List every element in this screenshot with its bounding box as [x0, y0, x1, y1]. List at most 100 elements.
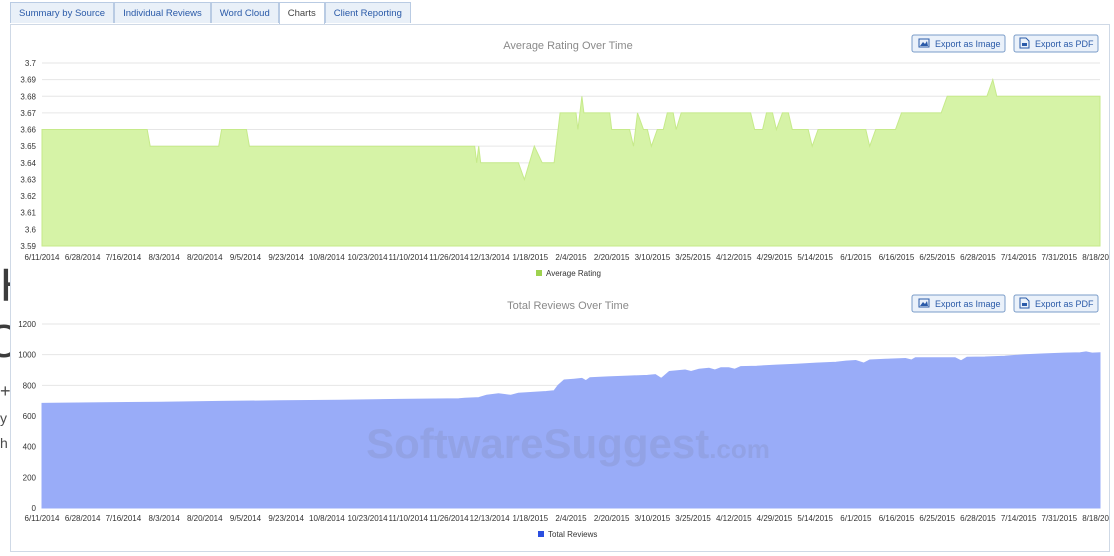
x-tick-label: 3/25/2015 [675, 253, 711, 262]
y-tick-label: 0 [32, 504, 37, 513]
y-tick-label: 3.66 [20, 126, 36, 135]
y-tick-label: 1000 [18, 351, 36, 360]
tab-word-cloud[interactable]: Word Cloud [210, 2, 279, 23]
side-fragment-y: y [0, 410, 7, 426]
reviews-legend-swatch [538, 531, 544, 537]
y-tick-label: 1200 [18, 320, 36, 329]
tab-summary-by-source[interactable]: Summary by Source [10, 2, 115, 23]
average-rating-area [41, 77, 1101, 247]
y-tick-label: 3.7 [25, 59, 37, 68]
x-tick-label: 8/18/2015 [1082, 514, 1109, 523]
y-tick-label: 3.62 [20, 192, 36, 201]
x-tick-label: 3/10/2015 [635, 514, 671, 523]
x-tick-label: 6/16/2015 [879, 253, 915, 262]
tab-client-reporting[interactable]: Client Reporting [324, 2, 411, 23]
x-tick-label: 8/20/2014 [187, 514, 223, 523]
x-tick-label: 3/10/2015 [635, 253, 671, 262]
x-tick-label: 10/23/2014 [348, 514, 389, 523]
reviews-legend-label: Total Reviews [548, 530, 597, 539]
x-tick-label: 12/13/2014 [470, 514, 511, 523]
x-tick-label: 9/23/2014 [268, 253, 304, 262]
side-fragment-h2: h [0, 435, 8, 451]
x-tick-label: 2/4/2015 [555, 514, 587, 523]
x-tick-label: 8/3/2014 [149, 253, 181, 262]
x-tick-label: 6/28/2015 [960, 514, 996, 523]
x-tick-label: 6/11/2014 [25, 253, 61, 262]
tab-bar: Summary by Source Individual Reviews Wor… [10, 2, 411, 25]
reviews-legend: Total Reviews [538, 530, 597, 539]
x-tick-label: 6/1/2015 [840, 514, 872, 523]
y-tick-label: 600 [23, 412, 37, 421]
x-tick-label: 10/8/2014 [309, 514, 345, 523]
x-tick-label: 8/18/2015 [1082, 253, 1109, 262]
reviews-x-axis: 6/11/2014 6/28/2014 7/16/2014 8/3/2014 8/20/… [25, 514, 1114, 523]
x-tick-label: 8/3/2014 [149, 514, 181, 523]
y-tick-label: 3.61 [20, 209, 36, 218]
export-pdf-label: Export as PDF [1035, 299, 1094, 309]
x-tick-label: 7/14/2015 [1001, 514, 1037, 523]
x-tick-label: 6/25/2015 [919, 514, 955, 523]
y-tick-label: 3.64 [20, 159, 36, 168]
export-image-label: Export as Image [935, 299, 1001, 309]
x-tick-label: 6/1/2015 [840, 253, 872, 262]
y-tick-label: 3.65 [20, 142, 36, 151]
x-tick-label: 9/5/2014 [230, 514, 262, 523]
export-pdf-button-2[interactable]: Export as PDF [1013, 294, 1099, 313]
export-pdf-button-1[interactable]: Export as PDF [1013, 34, 1099, 53]
export-image-label: Export as Image [935, 39, 1001, 49]
y-tick-label: 3.63 [20, 175, 36, 184]
x-tick-label: 4/29/2015 [757, 253, 793, 262]
x-tick-label: 7/16/2014 [106, 514, 142, 523]
x-tick-label: 7/31/2015 [1042, 514, 1078, 523]
x-tick-label: 2/4/2015 [555, 253, 587, 262]
x-tick-label: 2/20/2015 [594, 514, 630, 523]
x-tick-label: 7/14/2015 [1001, 253, 1037, 262]
export-image-button-2[interactable]: Export as Image [911, 294, 1006, 313]
x-tick-label: 11/26/2014 [429, 253, 469, 262]
y-tick-label: 200 [23, 473, 37, 482]
x-tick-label: 6/28/2015 [960, 253, 996, 262]
x-tick-label: 6/11/2014 [25, 514, 61, 523]
y-tick-label: 3.6 [25, 225, 37, 234]
x-tick-label: 5/14/2015 [797, 514, 833, 523]
rating-legend: Average Rating [536, 269, 601, 278]
total-reviews-title: Total Reviews Over Time [507, 300, 629, 312]
charts-canvas: Average Rating Over Time Export as Image… [18, 34, 1114, 539]
rating-legend-label: Average Rating [546, 269, 601, 278]
x-tick-label: 12/13/2014 [470, 253, 511, 262]
export-pdf-label: Export as PDF [1035, 39, 1094, 49]
x-tick-label: 4/12/2015 [716, 514, 752, 523]
average-rating-chart: Average Rating Over Time Export as Image… [20, 34, 1114, 278]
rating-x-axis: 6/11/2014 6/28/2014 7/16/2014 8/3/2014 8/20/… [25, 253, 1114, 262]
total-reviews-chart: Total Reviews Over Time Export as Image … [18, 294, 1114, 539]
rating-series [41, 77, 1101, 247]
x-tick-label: 6/25/2015 [919, 253, 955, 262]
x-tick-label: 10/8/2014 [309, 253, 345, 262]
x-tick-label: 10/23/2014 [348, 253, 389, 262]
rating-y-axis: 3.59 3.6 3.61 3.62 3.63 3.64 3.65 3.66 3.67 3.68 3… [20, 59, 36, 251]
y-tick-label: 3.67 [20, 109, 36, 118]
y-tick-label: 3.69 [20, 76, 36, 85]
x-tick-label: 6/28/2014 [65, 253, 101, 262]
x-tick-label: 7/31/2015 [1042, 253, 1078, 262]
charts-panel: Average Rating Over Time Export as Image… [10, 24, 1114, 552]
tab-charts[interactable]: Charts [278, 2, 325, 25]
x-tick-label: 7/16/2014 [106, 253, 142, 262]
y-tick-label: 400 [23, 443, 37, 452]
y-tick-label: 3.59 [20, 242, 36, 251]
y-tick-label: 800 [23, 381, 37, 390]
x-tick-label: 3/25/2015 [675, 514, 711, 523]
x-tick-label: 11/10/2014 [389, 253, 429, 262]
x-tick-label: 6/28/2014 [65, 514, 101, 523]
x-tick-label: 5/14/2015 [797, 253, 833, 262]
x-tick-label: 9/23/2014 [268, 514, 304, 523]
tab-individual-reviews[interactable]: Individual Reviews [114, 2, 211, 23]
x-tick-label: 4/29/2015 [757, 514, 793, 523]
x-tick-label: 4/12/2015 [716, 253, 752, 262]
x-tick-label: 1/18/2015 [513, 514, 549, 523]
x-tick-label: 6/16/2015 [879, 514, 915, 523]
y-tick-label: 3.68 [20, 92, 36, 101]
export-image-button-1[interactable]: Export as Image [911, 34, 1006, 53]
side-fragment-plus: + [0, 381, 11, 401]
x-tick-label: 2/20/2015 [594, 253, 630, 262]
